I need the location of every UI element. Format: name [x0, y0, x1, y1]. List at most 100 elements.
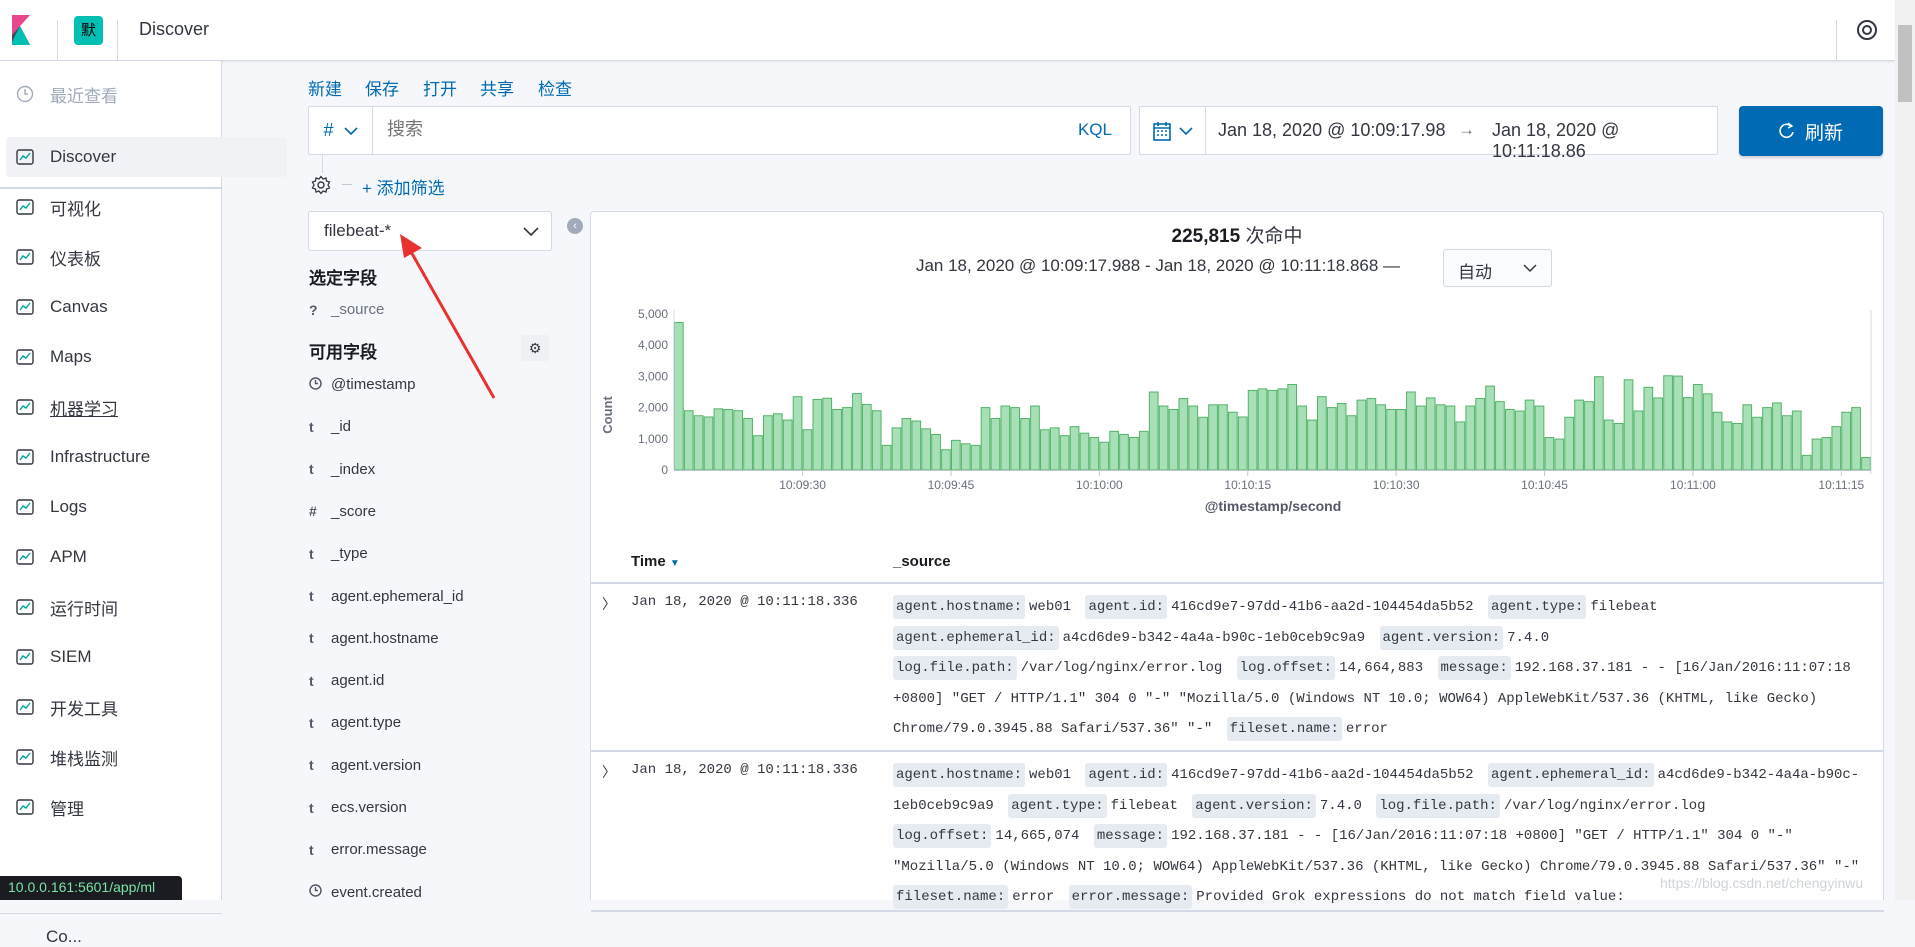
histogram-bar[interactable] [1811, 438, 1822, 471]
histogram-bar[interactable] [1079, 432, 1090, 471]
nav-item-12[interactable]: 堆栈监测 [6, 737, 286, 777]
histogram-bar[interactable] [753, 435, 763, 471]
space-avatar[interactable]: 默 [74, 16, 103, 45]
histogram-bar[interactable] [931, 433, 941, 471]
expand-row-chevron-icon[interactable]: 〉 [602, 762, 616, 782]
menu-open[interactable]: 打开 [423, 75, 457, 100]
field-item[interactable]: t agent.type [309, 714, 401, 731]
menu-new[interactable]: 新建 [308, 75, 342, 100]
histogram-bar[interactable] [842, 407, 852, 471]
interval-select[interactable]: 自动 [1443, 249, 1552, 287]
search-input[interactable] [387, 119, 987, 140]
histogram-bar[interactable] [881, 444, 892, 471]
histogram-bar[interactable] [1603, 419, 1614, 471]
histogram-bar[interactable] [674, 321, 684, 471]
histogram-bar[interactable] [871, 410, 882, 471]
field-item[interactable]: t ecs.version [309, 799, 407, 816]
histogram-bar[interactable] [1119, 433, 1129, 471]
histogram-bar[interactable] [1129, 437, 1139, 471]
histogram-bar[interactable] [1732, 423, 1743, 471]
histogram-bar[interactable] [970, 444, 981, 471]
histogram-bar[interactable] [1445, 405, 1456, 471]
lifebuoy-icon[interactable] [1856, 19, 1878, 41]
histogram-bar[interactable] [1030, 405, 1040, 471]
histogram-bar[interactable] [1514, 410, 1525, 471]
histogram-bar[interactable] [1277, 388, 1288, 471]
histogram-bar[interactable] [1841, 411, 1852, 471]
histogram-bar[interactable] [1376, 404, 1387, 471]
histogram-bar[interactable] [1455, 421, 1466, 471]
histogram-bar[interactable] [1168, 408, 1179, 471]
histogram-bar[interactable] [1406, 391, 1416, 471]
menu-save[interactable]: 保存 [365, 75, 399, 100]
histogram-bar[interactable] [1257, 388, 1268, 471]
histogram-bar[interactable] [1742, 404, 1753, 471]
histogram-bar[interactable] [763, 415, 773, 471]
expand-row-chevron-icon[interactable]: 〉 [602, 594, 616, 614]
field-item[interactable]: t agent.hostname [309, 630, 439, 647]
histogram-bar[interactable] [1425, 397, 1436, 471]
field-item[interactable]: event.created [309, 884, 422, 901]
histogram-bar[interactable] [1059, 435, 1070, 471]
histogram-bar[interactable] [1781, 415, 1792, 471]
histogram-bar[interactable] [1020, 418, 1030, 471]
histogram-bar[interactable] [822, 397, 833, 471]
histogram-bar[interactable] [1227, 411, 1238, 471]
add-filter-button[interactable]: + 添加筛选 [362, 174, 445, 199]
histogram-bar[interactable] [1702, 393, 1713, 471]
histogram-bar[interactable] [1791, 410, 1802, 471]
histogram-bar[interactable] [960, 443, 971, 471]
field-item[interactable]: t _type [309, 545, 368, 562]
histogram-bar[interactable] [1386, 408, 1396, 471]
histogram-bar[interactable] [1089, 437, 1100, 471]
nav-item-7[interactable]: Logs [6, 487, 286, 527]
quick-select-button[interactable] [1140, 107, 1206, 154]
histogram-bar[interactable] [812, 398, 823, 471]
field-item[interactable]: t _id [309, 418, 351, 435]
nav-item-4[interactable]: Maps [6, 337, 286, 377]
histogram-bar[interactable] [1801, 454, 1812, 471]
histogram-bar[interactable] [693, 415, 704, 471]
histogram-bar[interactable] [950, 439, 961, 471]
histogram-bar[interactable] [1267, 389, 1278, 471]
histogram-bar[interactable] [1049, 427, 1060, 471]
histogram-bar[interactable] [852, 393, 862, 471]
histogram-bar[interactable] [891, 427, 902, 471]
nav-item-2[interactable]: 仪表板 [6, 237, 286, 277]
histogram-bar[interactable] [1574, 399, 1584, 471]
histogram-bar[interactable] [1613, 423, 1624, 471]
nav-item-8[interactable]: APM [6, 537, 286, 577]
histogram-bar[interactable] [1247, 389, 1258, 471]
histogram-bar[interactable] [1504, 408, 1515, 471]
field-item[interactable]: ? _source [309, 301, 384, 318]
histogram-bar[interactable] [733, 410, 744, 471]
menu-inspect[interactable]: 检查 [538, 75, 572, 100]
histogram-bar[interactable] [1366, 398, 1377, 471]
histogram-bar[interactable] [772, 413, 783, 471]
histogram-bar[interactable] [1000, 405, 1011, 471]
histogram-bar[interactable] [911, 420, 922, 471]
field-item[interactable]: t agent.id [309, 672, 384, 689]
histogram-bar[interactable] [1712, 411, 1723, 471]
histogram-bar[interactable] [1752, 416, 1762, 471]
histogram-bar[interactable] [1524, 399, 1535, 471]
histogram-bar[interactable] [703, 416, 714, 471]
query-language-menu[interactable]: # [309, 107, 373, 154]
kql-toggle[interactable]: KQL [1078, 120, 1112, 140]
nav-item-0[interactable]: Discover [6, 137, 287, 177]
histogram-bar[interactable] [1851, 407, 1861, 471]
histogram-bar[interactable] [1356, 399, 1367, 471]
histogram-bar[interactable] [1534, 405, 1545, 471]
nav-item-11[interactable]: 开发工具 [6, 687, 286, 727]
histogram-bar[interactable] [1861, 457, 1871, 471]
histogram-bar[interactable] [1435, 404, 1446, 471]
histogram-bar[interactable] [1346, 415, 1357, 471]
histogram-bar[interactable] [713, 408, 724, 471]
histogram-bar[interactable] [1495, 401, 1505, 471]
nav-item-5[interactable]: 机器学习 [6, 387, 286, 427]
histogram-bar[interactable] [1821, 437, 1832, 471]
histogram-bar[interactable] [743, 418, 753, 471]
histogram-bar[interactable] [1475, 398, 1485, 471]
end-date[interactable]: Jan 18, 2020 @ 10:11:18.86 [1492, 120, 1717, 162]
histogram-bar[interactable] [1188, 405, 1199, 471]
